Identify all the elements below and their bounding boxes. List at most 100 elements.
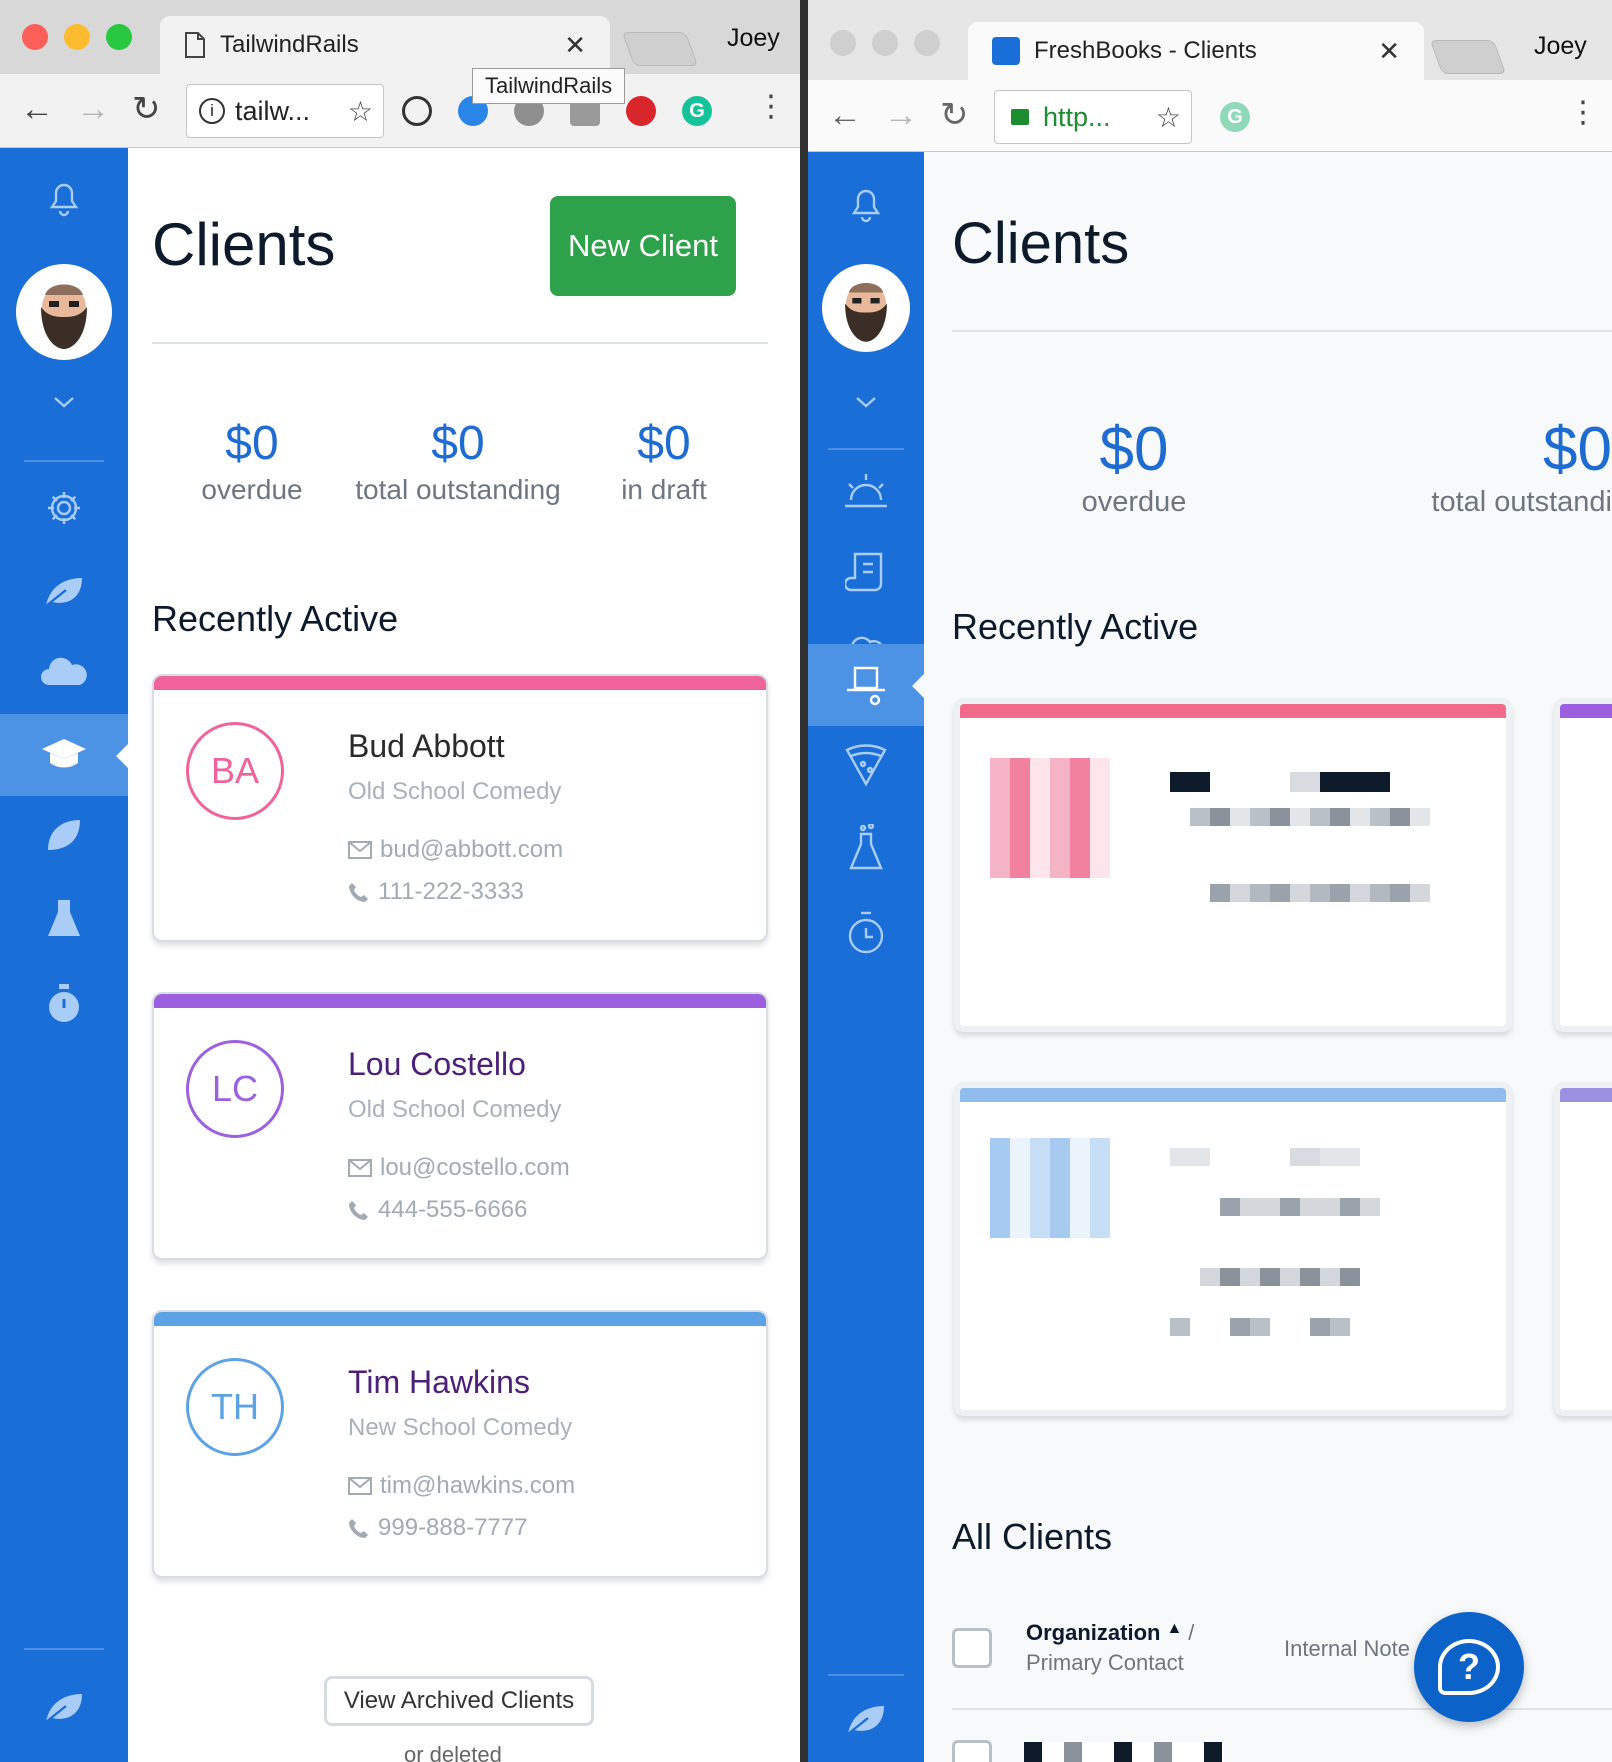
client-card[interactable]: LC Lou Costello Old School Comedy lou@co… <box>152 992 768 1260</box>
view-archived-button[interactable]: View Archived Clients <box>324 1676 594 1726</box>
maximize-window-button[interactable] <box>914 30 940 56</box>
close-tab-icon[interactable]: ✕ <box>1378 36 1400 67</box>
active-indicator-arrow <box>116 744 128 768</box>
reload-icon[interactable]: ↻ <box>132 92 161 126</box>
stat-outstanding-value: $0 <box>431 417 485 470</box>
client-card[interactable]: BA Bud Abbott Old School Comedy bud@abbo… <box>152 674 768 942</box>
new-client-button[interactable]: New Client <box>550 196 736 296</box>
client-card[interactable]: TH Tim Hawkins New School Comedy tim@haw… <box>152 1310 768 1578</box>
leaf-icon[interactable] <box>40 812 88 860</box>
close-tab-icon[interactable]: ✕ <box>564 30 586 61</box>
client-email-row[interactable]: lou@costello.com <box>348 1154 570 1182</box>
client-name[interactable]: Lou Costello <box>348 1046 526 1083</box>
sort-ascending-icon[interactable]: ▲ <box>1166 1620 1182 1646</box>
new-tab-button[interactable] <box>621 32 699 66</box>
client-card-redacted[interactable] <box>954 1082 1512 1416</box>
back-icon[interactable]: ← <box>20 92 54 126</box>
card-accent-bar <box>960 704 1506 718</box>
envelope-icon <box>348 1477 372 1495</box>
client-phone-row[interactable]: 999-888-7777 <box>348 1514 527 1542</box>
stat-draft-value: $0 <box>637 417 691 470</box>
adblock-icon[interactable] <box>626 96 656 126</box>
bookmark-star-icon[interactable]: ☆ <box>348 95 373 128</box>
lock-icon <box>1011 109 1029 125</box>
browser-menu-icon[interactable]: ⋮ <box>1568 98 1598 128</box>
stopwatch-icon[interactable] <box>842 908 890 958</box>
maximize-window-button[interactable] <box>106 24 132 50</box>
close-window-button[interactable] <box>22 24 48 50</box>
sidebar-divider <box>24 460 104 462</box>
reload-icon[interactable]: ↻ <box>940 98 969 132</box>
client-email-row[interactable]: bud@abbott.com <box>348 836 563 864</box>
tab-tooltip: TailwindRails <box>472 68 626 104</box>
grammarly-icon[interactable]: G <box>1220 102 1250 132</box>
profile-name[interactable]: Joey <box>727 24 780 53</box>
forward-icon[interactable]: → <box>884 98 918 132</box>
gear-icon[interactable] <box>42 486 86 530</box>
client-phone-row[interactable]: 444-555-6666 <box>348 1196 527 1224</box>
table-header-divider <box>952 1708 1612 1710</box>
new-tab-button[interactable] <box>1429 40 1507 74</box>
client-name[interactable]: Tim Hawkins <box>348 1364 530 1401</box>
bell-icon[interactable] <box>846 184 886 224</box>
flask-icon[interactable] <box>44 896 84 942</box>
window-controls <box>830 30 940 56</box>
avatar[interactable] <box>16 264 112 360</box>
minimize-window-button[interactable] <box>64 24 90 50</box>
right-main-content: Clients $0 overdue $0 total outstandi Re… <box>924 152 1612 1762</box>
sunrise-icon[interactable] <box>840 468 892 512</box>
select-all-checkbox[interactable] <box>952 1628 992 1668</box>
help-button[interactable]: ? <box>1414 1612 1524 1722</box>
scroll-icon[interactable] <box>842 548 890 598</box>
extension-icon-1[interactable] <box>402 96 432 126</box>
grammarly-icon[interactable]: G <box>682 96 712 126</box>
hat-icon[interactable] <box>840 660 892 710</box>
client-initials-avatar: BA <box>186 722 284 820</box>
avatar[interactable] <box>822 264 910 352</box>
info-icon: i <box>199 98 225 124</box>
leaf-icon[interactable] <box>40 1686 88 1730</box>
chevron-down-icon[interactable] <box>850 390 882 414</box>
graduation-cap-icon[interactable] <box>38 732 90 776</box>
right-browser-window: FreshBooks - Clients ✕ Joey ← → ↻ http..… <box>808 0 1612 1762</box>
client-phone: 444-555-6666 <box>378 1196 528 1223</box>
address-bar[interactable]: i tailw... ☆ <box>186 84 384 138</box>
back-icon[interactable]: ← <box>828 98 862 132</box>
stat-overdue-value: $0 <box>1099 415 1169 484</box>
card-accent-bar <box>154 994 766 1008</box>
forward-icon[interactable]: → <box>76 92 110 126</box>
redacted-name <box>1170 1148 1390 1166</box>
client-card-redacted-partial[interactable] <box>1554 698 1612 1032</box>
close-window-button[interactable] <box>830 30 856 56</box>
client-card-redacted-partial[interactable] <box>1554 1082 1612 1416</box>
stopwatch-icon[interactable] <box>44 980 84 1026</box>
client-email-row[interactable]: tim@hawkins.com <box>348 1472 575 1500</box>
internal-note-header[interactable]: Internal Note <box>1284 1636 1410 1662</box>
bookmark-star-icon[interactable]: ☆ <box>1156 101 1181 134</box>
stat-outstanding-label: total outstandi <box>1431 486 1612 518</box>
browser-tab[interactable]: TailwindRails ✕ <box>160 16 610 74</box>
redacted-avatar <box>990 1138 1110 1238</box>
client-card-redacted[interactable] <box>954 698 1512 1032</box>
row-checkbox[interactable] <box>952 1740 992 1762</box>
primary-contact-header[interactable]: Primary Contact <box>1026 1650 1184 1676</box>
pizza-icon[interactable] <box>840 740 892 790</box>
bell-icon[interactable] <box>44 178 84 218</box>
minimize-window-button[interactable] <box>872 30 898 56</box>
flask-icon[interactable] <box>842 822 890 874</box>
help-icon: ? <box>1438 1639 1500 1695</box>
active-indicator-arrow <box>912 674 924 698</box>
header-separator: / <box>1188 1620 1195 1645</box>
organization-header[interactable]: Organization ▲ / <box>1026 1620 1194 1646</box>
client-phone-row[interactable]: 111-222-3333 <box>348 878 524 906</box>
chevron-down-icon[interactable] <box>48 390 80 414</box>
cloud-icon[interactable] <box>38 650 90 690</box>
client-name[interactable]: Bud Abbott <box>348 728 505 765</box>
leaf-icon[interactable] <box>40 568 88 616</box>
browser-tab[interactable]: FreshBooks - Clients ✕ <box>968 22 1424 80</box>
leaf-icon[interactable] <box>842 1698 890 1742</box>
profile-name[interactable]: Joey <box>1534 32 1587 61</box>
browser-menu-icon[interactable]: ⋮ <box>756 92 786 122</box>
document-icon <box>185 32 205 58</box>
address-bar[interactable]: http... ☆ <box>994 90 1192 144</box>
